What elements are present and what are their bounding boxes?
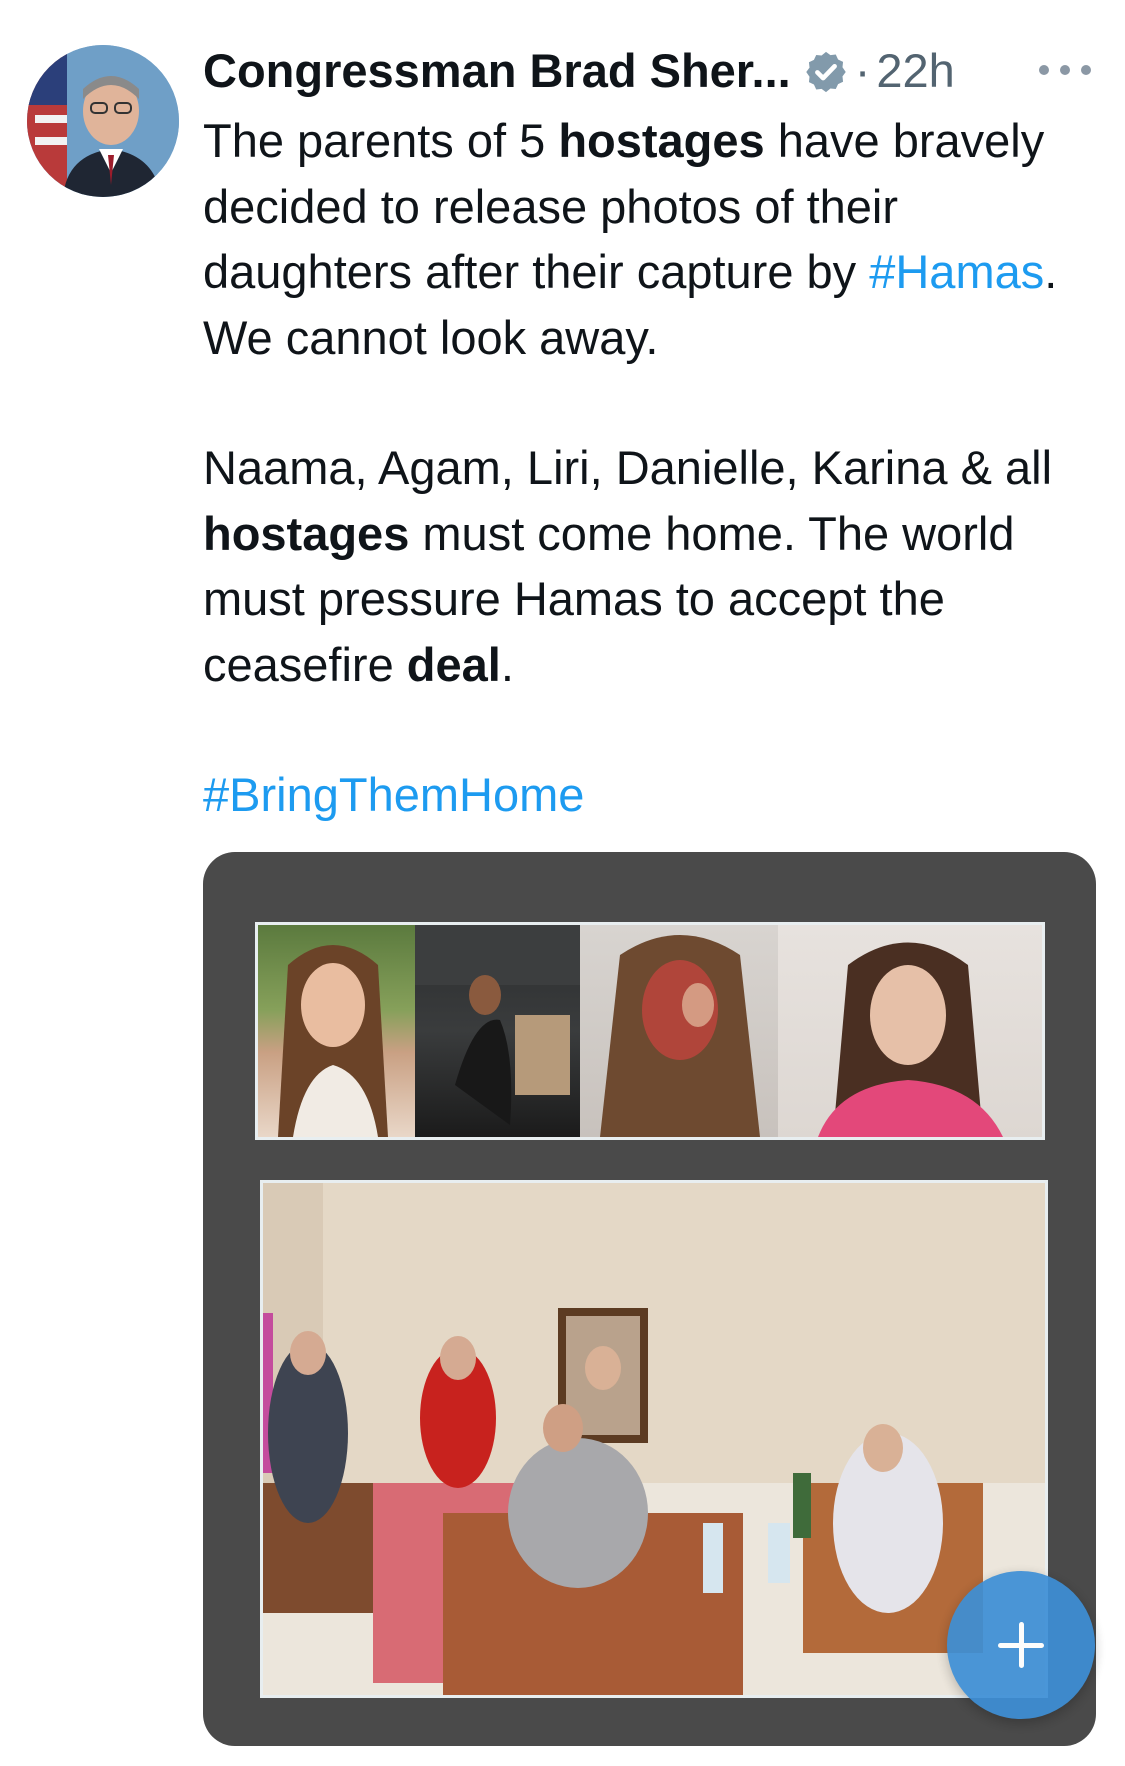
verified-badge-icon [803,48,849,94]
tweet-paragraph-2: Naama, Agam, Liri, Danielle, Karina & al… [203,441,1053,691]
tweet-paragraph-1: The parents of 5 hostages have bravely d… [203,114,1058,364]
author-name[interactable]: Congressman Brad Sher... [203,40,791,102]
tweet-paragraph-3: #BringThemHome [203,762,1083,828]
group-photo [260,1180,1048,1698]
compose-button[interactable] [947,1571,1095,1719]
photo-4 [778,925,1042,1137]
photo-2 [415,925,580,1137]
avatar-image [27,45,179,197]
tweet-timestamp[interactable]: 22h [876,40,954,102]
photo-1 [258,925,415,1137]
tweet-header: Congressman Brad Sher... · 22h [203,40,1073,102]
tweet-text: The parents of 5 hostages have bravely d… [203,108,1083,893]
author-avatar[interactable] [27,45,179,197]
header-separator: · [854,44,871,97]
hashtag-hamas[interactable]: #Hamas [869,245,1044,298]
photo-strip [255,922,1045,1140]
photo-3 [580,925,778,1137]
more-options-icon[interactable] [1039,56,1091,84]
hashtag-bringthemhome[interactable]: #BringThemHome [203,768,584,821]
